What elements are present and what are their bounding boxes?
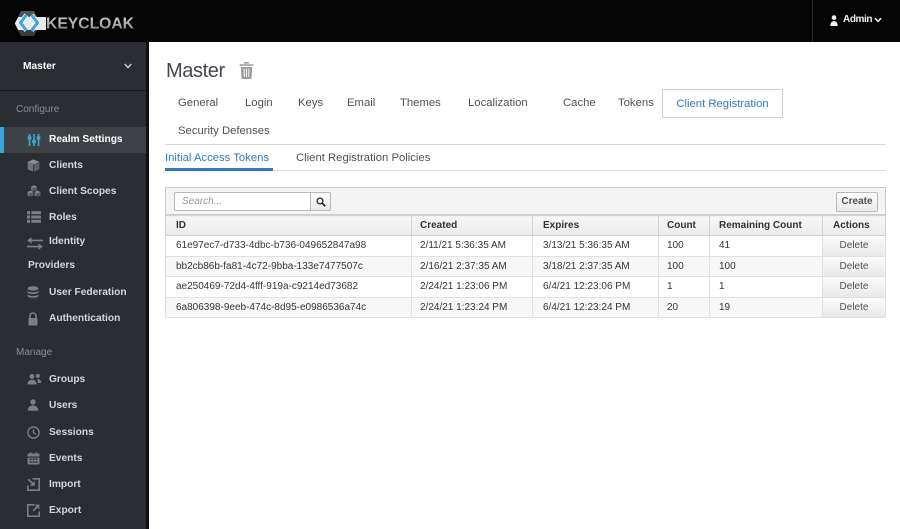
- svg-text:KEYCLOAK: KEYCLOAK: [46, 16, 135, 33]
